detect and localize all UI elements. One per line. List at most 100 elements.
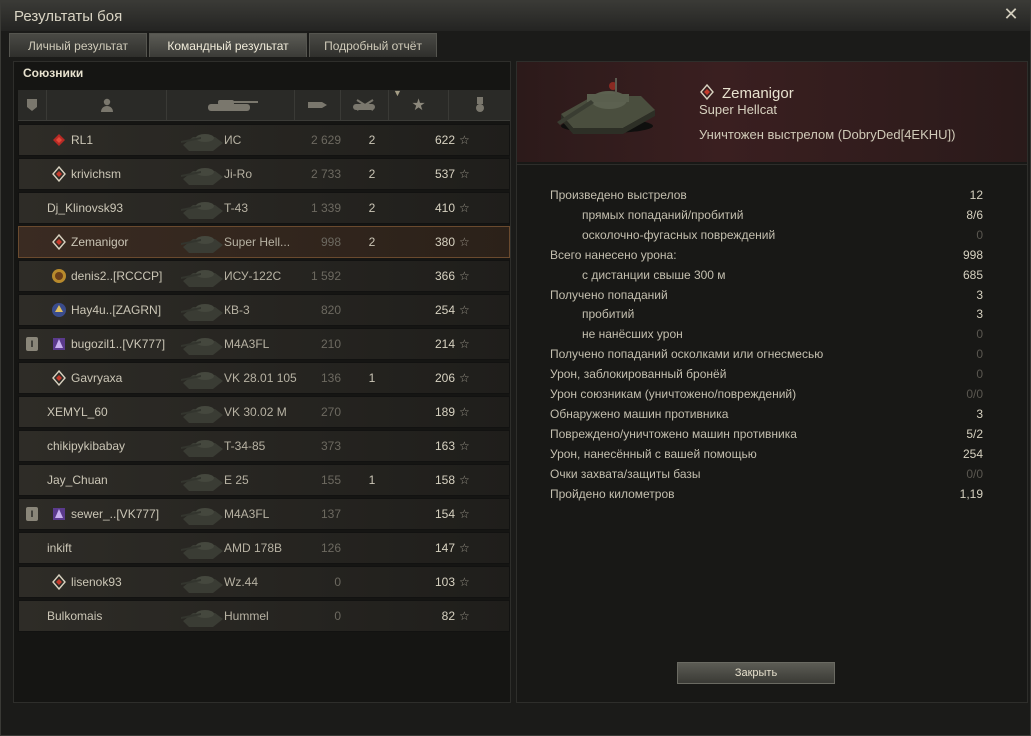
stat-label: прямых попаданий/пробитий <box>582 207 744 222</box>
battle-results-window: Результаты боя ✕ Личный результат Команд… <box>0 0 1031 736</box>
damage-value: 2 733 <box>310 167 341 181</box>
sort-player-column[interactable] <box>46 90 166 120</box>
vehicle-name: E 25 <box>224 473 249 487</box>
star-icon: ☆ <box>459 235 470 249</box>
allies-heading: Союзники <box>23 66 84 80</box>
tank-icon <box>181 576 223 593</box>
stat-row: Произведено выстрелов 12 <box>550 185 983 205</box>
sort-vehicle-column[interactable] <box>166 90 294 120</box>
detail-player-name: Zemanigor <box>722 85 794 102</box>
stat-value: 3 <box>976 307 983 322</box>
table-row[interactable]: inkift AMD 178B 126 147 ☆ <box>18 532 510 564</box>
experience-value: 154 <box>434 507 455 521</box>
experience-value: 366 <box>434 269 455 283</box>
clan-emblem-icon <box>53 134 65 146</box>
vehicle-name: VK 30.02 M <box>224 405 287 419</box>
stat-row: Обнаружено машин противника 3 <box>550 404 983 424</box>
tab-personal-result[interactable]: Личный результат <box>9 33 147 57</box>
experience-value: 537 <box>434 167 455 181</box>
vehicle-name: T-43 <box>224 201 249 215</box>
stat-row: Урон, нанесённый с вашей помощью 254 <box>550 444 983 464</box>
table-header: ▼ ★ <box>18 88 510 121</box>
table-row[interactable]: Isewer_..[VK777] M4A3FL 137 154 ☆ <box>18 498 510 530</box>
star-icon: ☆ <box>459 507 470 521</box>
table-row[interactable]: chikipykibabay T-34-85 373 163 ☆ <box>18 430 510 462</box>
clan-emblem-icon <box>53 508 65 520</box>
table-row[interactable]: Hay4u..[ZAGRN] КВ-3 820 254 ☆ <box>18 294 510 326</box>
table-row[interactable]: RL1 ИС 2 629 2 622 ☆ <box>18 124 510 156</box>
star-icon: ☆ <box>459 439 470 453</box>
kills-value: 2 <box>368 235 376 249</box>
player-detail-panel: Zemanigor Super Hellcat Уничтожен выстре… <box>516 61 1028 703</box>
vehicle-name: ИСУ-122С <box>224 269 282 283</box>
stat-row: Получено попаданий осколками или огнесме… <box>550 344 983 364</box>
damage-value: 373 <box>320 439 341 453</box>
stat-label: не нанёсших урон <box>582 327 683 342</box>
stat-value: 0 <box>976 367 983 382</box>
damage-value: 155 <box>320 473 341 487</box>
sort-kills-column[interactable] <box>340 90 388 120</box>
kills-value <box>362 295 382 325</box>
damage-value: 126 <box>320 541 341 555</box>
stat-label: Обнаружено машин противника <box>550 406 729 421</box>
star-icon: ☆ <box>459 575 470 589</box>
clan-emblem-icon <box>53 338 65 350</box>
experience-value: 103 <box>434 575 455 589</box>
divider <box>517 164 1027 165</box>
stat-value: 3 <box>976 287 983 302</box>
table-row[interactable]: Zemanigor Super Hell... 998 2 380 ☆ <box>18 226 510 258</box>
vehicle-name: AMD 178B <box>224 541 283 555</box>
star-icon: ★ <box>411 97 426 114</box>
stat-label: Произведено выстрелов <box>550 188 687 202</box>
stat-label: Урон союзникам (уничтожено/повреждений) <box>550 387 797 401</box>
tank-icon <box>181 168 223 185</box>
table-row[interactable]: XEMYL_60 VK 30.02 M 270 189 ☆ <box>18 396 510 428</box>
sort-arrow-icon: ▼ <box>393 88 402 98</box>
stat-label: пробитий <box>582 307 635 322</box>
player-name: lisenok93 <box>71 575 122 589</box>
player-name: inkift <box>47 541 72 555</box>
player-card: Zemanigor Super Hellcat Уничтожен выстре… <box>517 62 1027 162</box>
player-name: sewer_..[VK777] <box>71 507 160 521</box>
vehicle-name: VK 28.01 105 <box>224 371 297 385</box>
table-row[interactable]: Jay_Chuan E 25 155 1 158 ☆ <box>18 464 510 496</box>
tab-team-result[interactable]: Командный результат <box>149 33 307 57</box>
close-icon[interactable]: ✕ <box>1002 5 1020 23</box>
stat-value: 5/2 <box>966 426 983 441</box>
stat-value: 0 <box>976 347 983 362</box>
damage-value: 820 <box>320 303 341 317</box>
tank-image <box>557 78 655 134</box>
damage-value: 270 <box>320 405 341 419</box>
damage-value: 210 <box>320 337 341 351</box>
close-button[interactable]: Закрыть <box>677 662 835 684</box>
damage-value: 0 <box>334 609 341 623</box>
player-name: Dj_Klinovsk93 <box>47 201 124 215</box>
table-row[interactable]: lisenok93 Wz.44 0 103 ☆ <box>18 566 510 598</box>
kills-value: 2 <box>368 201 376 215</box>
table-row[interactable]: Ibugozil1..[VK777] M4A3FL 210 214 ☆ <box>18 328 510 360</box>
damage-value: 136 <box>320 371 341 385</box>
kills-value: 2 <box>368 167 376 181</box>
experience-value: 206 <box>434 371 455 385</box>
table-row[interactable]: denis2..[RCCCP] ИСУ-122С 1 592 366 ☆ <box>18 260 510 292</box>
sort-damage-column[interactable] <box>294 90 340 120</box>
sort-medal-column[interactable] <box>448 90 510 120</box>
table-row[interactable]: Gavryaxa VK 28.01 105 136 1 206 ☆ <box>18 362 510 394</box>
clan-diamond-icon <box>700 84 714 100</box>
stat-row: Всего нанесено урона: 998 <box>550 245 983 265</box>
player-name: chikipykibabay <box>47 439 126 453</box>
tab-detailed-report[interactable]: Подробный отчёт <box>309 33 437 57</box>
sort-experience-column[interactable]: ▼ ★ <box>388 88 448 120</box>
stat-value: 0 <box>976 227 983 242</box>
tank-icon <box>181 508 223 525</box>
table-row[interactable]: Dj_Klinovsk93 T-43 1 339 2 410 ☆ <box>18 192 510 224</box>
star-icon: ☆ <box>459 541 470 555</box>
sort-platoon-column[interactable] <box>18 90 46 120</box>
clan-emblem-icon <box>52 574 66 590</box>
tank-icon <box>181 202 223 219</box>
table-row[interactable]: krivichsm Ji-Ro 2 733 2 537 ☆ <box>18 158 510 190</box>
star-icon: ☆ <box>459 371 470 385</box>
platoon-icon <box>27 99 37 111</box>
table-row[interactable]: Bulkomais Hummel 0 82 ☆ <box>18 600 510 632</box>
clan-emblem-icon <box>52 234 66 250</box>
